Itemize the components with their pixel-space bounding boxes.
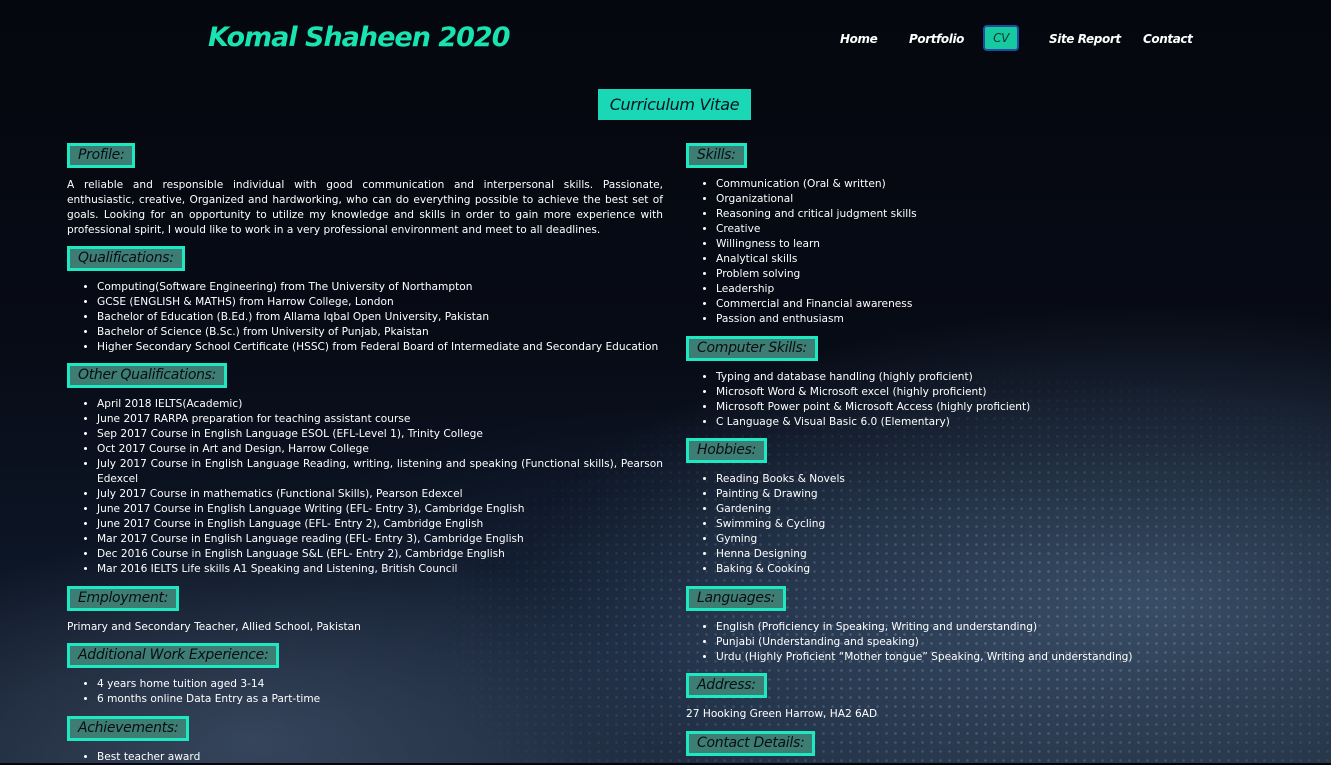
other-qualifications-list: April 2018 IELTS(Academic) June 2017 RAR… xyxy=(67,397,663,577)
other-qualifications-heading: Other Qualifications: xyxy=(67,363,228,388)
list-item: English (Proficiency in Speaking, Writin… xyxy=(716,620,1331,635)
computer-skills-list: Typing and database handling (highly pro… xyxy=(686,370,1331,430)
contact-details-heading: Contact Details: xyxy=(686,731,816,756)
list-item: Reading Books & Novels xyxy=(716,472,1331,487)
employment-heading: Employment: xyxy=(67,586,180,611)
main-nav: Home Portfolio CV Site Report Contact xyxy=(0,25,1331,53)
skills-heading: Skills: xyxy=(686,143,747,168)
list-item: C Language & Visual Basic 6.0 (Elementar… xyxy=(716,415,1331,430)
list-item: Oct 2017 Course in Art and Design, Harro… xyxy=(97,442,663,457)
nav-cv[interactable]: CV xyxy=(983,25,1019,51)
nav-home[interactable]: Home xyxy=(840,32,878,46)
list-item: Swimming & Cycling xyxy=(716,517,1331,532)
list-item: Mar 2017 Course in English Language read… xyxy=(97,532,663,547)
computer-skills-heading: Computer Skills: xyxy=(686,336,818,361)
list-item: Typing and database handling (highly pro… xyxy=(716,370,1331,385)
list-item: Gyming xyxy=(716,532,1331,547)
address-heading: Address: xyxy=(686,673,767,698)
list-item: Microsoft Power point & Microsoft Access… xyxy=(716,400,1331,415)
list-item: July 2017 Course in English Language Rea… xyxy=(97,457,663,487)
additional-work-heading: Additional Work Experience: xyxy=(67,643,280,668)
profile-heading: Profile: xyxy=(67,143,136,168)
nav-site-report[interactable]: Site Report xyxy=(1049,32,1121,46)
list-item: Communication (Oral & written) xyxy=(716,177,1331,192)
list-item: Passion and enthusiasm xyxy=(716,312,1331,327)
hobbies-list: Reading Books & Novels Painting & Drawin… xyxy=(686,472,1331,577)
list-item: 4 years home tuition aged 3-14 xyxy=(97,677,663,692)
list-item: Painting & Drawing xyxy=(716,487,1331,502)
list-item: June 2017 RARPA preparation for teaching… xyxy=(97,412,663,427)
list-item: Bachelor of Science (B.Sc.) from Univers… xyxy=(97,325,663,340)
list-item: Willingness to learn xyxy=(716,237,1331,252)
list-item: April 2018 IELTS(Academic) xyxy=(97,397,663,412)
profile-text: A reliable and responsible individual wi… xyxy=(67,179,663,236)
list-item: Organizational xyxy=(716,192,1331,207)
list-item: Sep 2017 Course in English Language ESOL… xyxy=(97,427,663,442)
list-item: June 2017 Course in English Language (EF… xyxy=(97,517,663,532)
achievements-heading: Achievements: xyxy=(67,716,190,741)
page-title: Curriculum Vitae xyxy=(598,89,751,120)
list-item: June 2017 Course in English Language Wri… xyxy=(97,502,663,517)
qualifications-heading: Qualifications: xyxy=(67,246,185,271)
list-item: 6 months online Data Entry as a Part-tim… xyxy=(97,692,663,707)
address-text: 27 Hooking Green Harrow, HA2 6AD xyxy=(686,708,878,720)
list-item: Computing(Software Engineering) from The… xyxy=(97,280,663,295)
nav-portfolio[interactable]: Portfolio xyxy=(909,32,964,46)
list-item: Bachelor of Education (B.Ed.) from Allam… xyxy=(97,310,663,325)
hobbies-heading: Hobbies: xyxy=(686,438,767,463)
list-item: Leadership xyxy=(716,282,1331,297)
employment-text: Primary and Secondary Teacher, Allied Sc… xyxy=(67,621,361,633)
list-item: Baking & Cooking xyxy=(716,562,1331,577)
qualifications-list: Computing(Software Engineering) from The… xyxy=(67,280,663,355)
list-item: Problem solving xyxy=(716,267,1331,282)
list-item: Gardening xyxy=(716,502,1331,517)
list-item: Urdu (Highly Proficient “Mother tongue” … xyxy=(716,650,1331,665)
list-item: GCSE (ENGLISH & MATHS) from Harrow Colle… xyxy=(97,295,663,310)
list-item: Higher Secondary School Certificate (HSS… xyxy=(97,340,663,355)
languages-list: English (Proficiency in Speaking, Writin… xyxy=(686,620,1331,665)
list-item: Punjabi (Understanding and speaking) xyxy=(716,635,1331,650)
list-item: Microsoft Word & Microsoft excel (highly… xyxy=(716,385,1331,400)
list-item: July 2017 Course in mathematics (Functio… xyxy=(97,487,663,502)
skills-list: Communication (Oral & written) Organizat… xyxy=(686,177,1331,327)
nav-contact[interactable]: Contact xyxy=(1143,32,1193,46)
list-item: Analytical skills xyxy=(716,252,1331,267)
additional-work-list: 4 years home tuition aged 3-14 6 months … xyxy=(67,677,663,707)
list-item: Commercial and Financial awareness xyxy=(716,297,1331,312)
list-item: Mar 2016 IELTS Life skills A1 Speaking a… xyxy=(97,562,663,577)
list-item: Henna Designing xyxy=(716,547,1331,562)
list-item: Creative xyxy=(716,222,1331,237)
list-item: Reasoning and critical judgment skills xyxy=(716,207,1331,222)
languages-heading: Languages: xyxy=(686,586,787,611)
list-item: Dec 2016 Course in English Language S&L … xyxy=(97,547,663,562)
